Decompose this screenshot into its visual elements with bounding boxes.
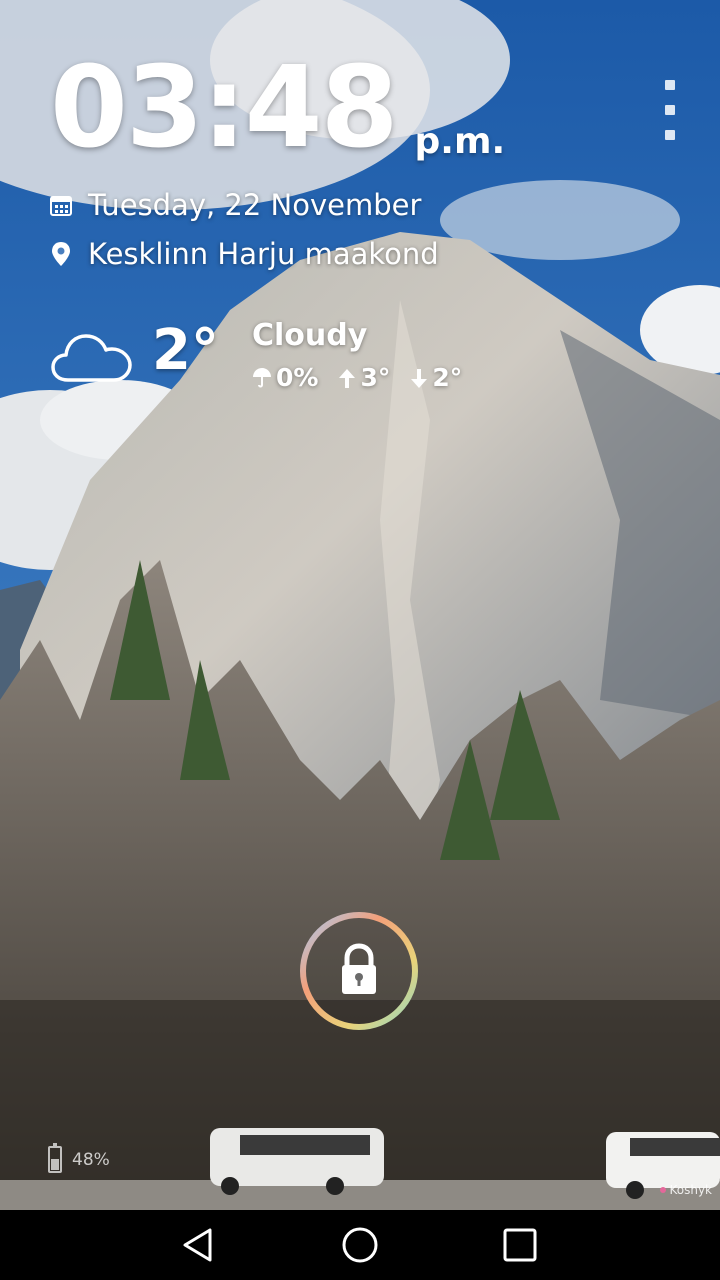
back-icon[interactable] (180, 1225, 220, 1265)
menu-dot (665, 80, 675, 90)
temp-low-value: 2° (432, 363, 463, 392)
date-row: Tuesday, 22 November (48, 188, 421, 222)
arrow-up-icon (339, 368, 356, 388)
umbrella-icon (253, 367, 271, 387)
battery-indicator: 48% (48, 1143, 110, 1173)
menu-dot (665, 130, 675, 140)
weather-stats: 0% 3° 2° (252, 363, 482, 392)
battery-icon (48, 1143, 62, 1173)
temp-low: 2° (410, 363, 462, 392)
watermark-text: Koshyk (669, 1183, 712, 1197)
precipitation-value: 0% (276, 363, 319, 392)
recents-icon[interactable] (500, 1225, 540, 1265)
weather-summary: 2° (50, 318, 219, 384)
clock-ampm: p.m. (414, 121, 506, 162)
location-row: Kesklinn Harju maakond (48, 237, 439, 271)
temp-high: 3° (338, 363, 390, 392)
home-icon[interactable] (340, 1225, 380, 1265)
calendar-icon (48, 192, 74, 218)
weather-condition: Cloudy (252, 318, 368, 353)
navigation-bar (0, 1210, 720, 1280)
arrow-down-icon (411, 368, 428, 388)
battery-level (51, 1158, 59, 1170)
temperature: 2° (152, 318, 219, 383)
clock: 03:48 p.m. (50, 52, 505, 164)
cloud-icon (51, 334, 132, 382)
precipitation: 0% (252, 363, 318, 392)
unlock-button[interactable] (298, 910, 420, 1032)
date-text: Tuesday, 22 November (88, 188, 422, 222)
battery-percent: 48% (72, 1149, 110, 1170)
watermark-dot (660, 1187, 667, 1193)
location-text: Kesklinn Harju maakond (88, 237, 439, 271)
menu-dot (665, 105, 675, 115)
weather-details: Cloudy 0% 3° 2° (252, 318, 482, 392)
overflow-menu-icon[interactable] (655, 80, 685, 140)
clock-time: 03:48 (50, 43, 399, 173)
temp-high-value: 3° (360, 363, 391, 392)
wallpaper-watermark: Koshyk (660, 1183, 712, 1197)
location-pin-icon (48, 241, 74, 267)
